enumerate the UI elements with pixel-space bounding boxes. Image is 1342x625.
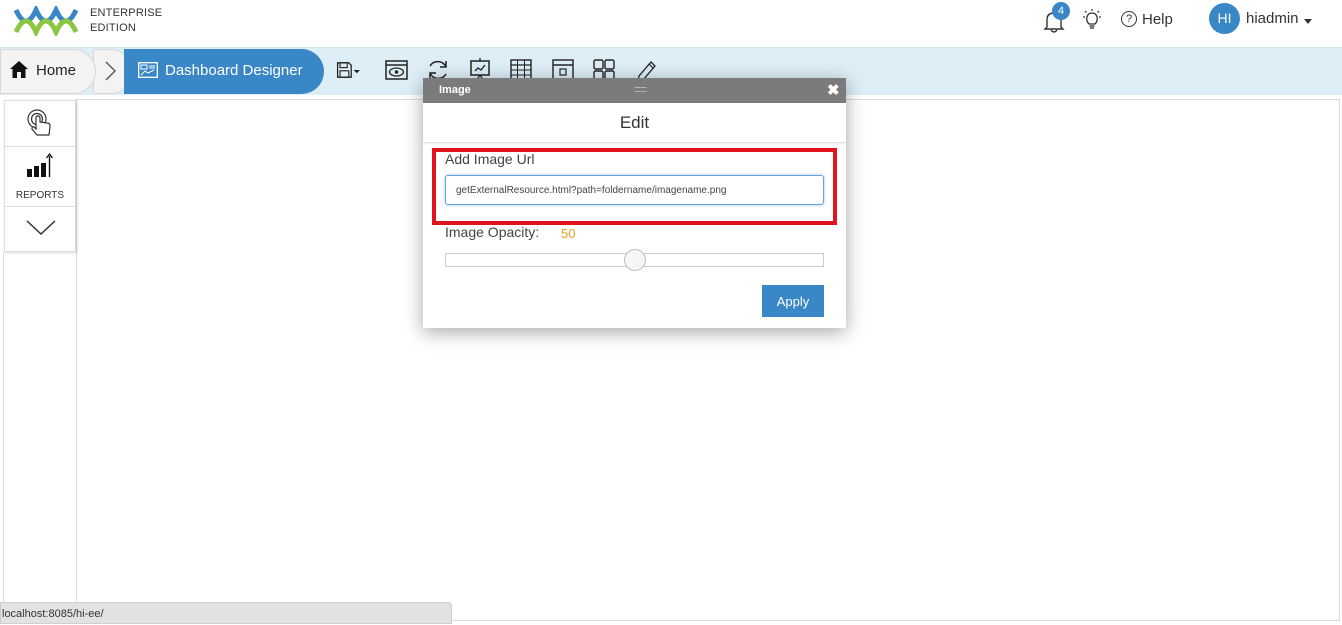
opacity-slider-handle[interactable]	[623, 249, 646, 271]
opacity-label: Image Opacity:	[445, 224, 540, 240]
url-label: Add Image Url	[445, 151, 535, 167]
touch-icon[interactable]	[25, 108, 55, 138]
close-icon[interactable]: ✖	[827, 81, 840, 99]
brand-line-2: EDITION	[90, 22, 137, 34]
notification-badge[interactable]: 4	[1052, 2, 1070, 20]
image-url-input[interactable]	[445, 175, 824, 205]
save-icon[interactable]	[336, 58, 360, 82]
dialog-subheading: Edit	[423, 103, 846, 143]
expand-tool[interactable]	[5, 207, 75, 251]
dialog-title: Image	[439, 84, 471, 96]
header: ENTERPRISE EDITION 4 ? Help HI hiadmin	[0, 0, 1342, 47]
drag-handle-icon[interactable]: ::::::::	[634, 84, 647, 94]
opacity-value: 50	[561, 226, 576, 241]
reports-chart-icon[interactable]	[26, 153, 54, 179]
image-dialog: Image :::::::: ✖ Edit Add Image Url Imag…	[423, 78, 846, 328]
brand-line-1: ENTERPRISE	[90, 7, 163, 19]
avatar[interactable]: HI	[1209, 3, 1240, 34]
breadcrumb-home-label[interactable]: Home	[36, 62, 76, 79]
user-menu[interactable]: hiadmin	[1246, 10, 1299, 27]
reports-tool[interactable]: REPORTS	[5, 147, 75, 207]
home-icon[interactable]	[10, 61, 28, 78]
status-bar: localhost:8085/hi-ee/	[0, 602, 452, 624]
left-panel: REPORTS	[4, 100, 76, 252]
help-icon[interactable]: ?	[1121, 11, 1137, 27]
dashboard-icon	[138, 62, 158, 78]
chevron-down-icon[interactable]	[26, 219, 56, 237]
logo	[14, 6, 78, 36]
bulb-icon[interactable]	[1081, 9, 1103, 31]
preview-icon[interactable]	[385, 58, 409, 82]
chevron-right-icon	[105, 61, 116, 81]
help-link[interactable]: Help	[1142, 11, 1173, 28]
breadcrumb-current-label[interactable]: Dashboard Designer	[165, 62, 303, 79]
brand-text: ENTERPRISE EDITION	[90, 6, 162, 36]
reports-label[interactable]: REPORTS	[5, 190, 75, 201]
apply-button[interactable]: Apply	[762, 285, 824, 317]
canvas-border	[3, 252, 4, 620]
touch-tool[interactable]	[5, 101, 75, 147]
chevron-down-icon[interactable]	[1304, 19, 1312, 24]
